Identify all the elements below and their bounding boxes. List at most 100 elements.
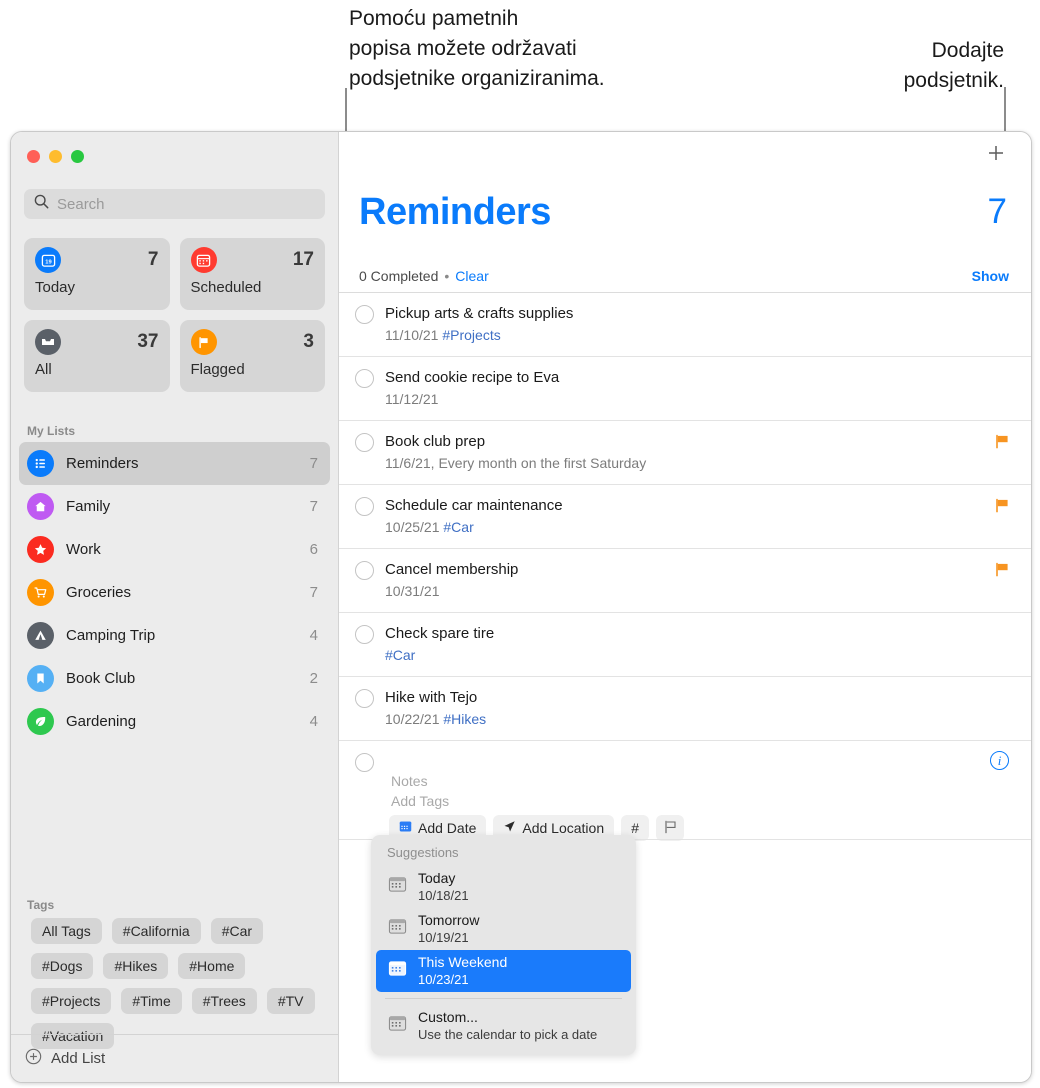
complete-toggle[interactable] — [355, 433, 374, 452]
bookmark-icon — [27, 665, 54, 692]
svg-text:19: 19 — [45, 259, 52, 265]
complete-toggle[interactable] — [355, 369, 374, 388]
notes-input[interactable]: Notes — [391, 773, 428, 789]
add-tags-input[interactable]: Add Tags — [391, 793, 449, 809]
maximize-window-button[interactable] — [71, 150, 84, 163]
reminder-title: Schedule car maintenance — [385, 497, 563, 514]
search-input[interactable]: Search — [24, 189, 325, 219]
suggestion-sublabel: 10/23/21 — [418, 972, 469, 987]
smart-list-scheduled[interactable]: 17 Scheduled — [179, 238, 325, 310]
calendar-icon — [399, 820, 412, 836]
reminder-subtitle: 11/6/21, Every month on the first Saturd… — [385, 453, 971, 473]
flag-icon — [995, 562, 1009, 582]
list-label: Work — [66, 541, 101, 558]
tag-chip-california[interactable]: #California — [111, 918, 201, 944]
my-lists: Reminders 7 Family 7 Work 6 Groceries 7 … — [19, 442, 330, 743]
complete-toggle[interactable] — [355, 561, 374, 580]
reminder-tag[interactable]: #Car — [385, 647, 415, 663]
suggestion-item-this-weekend[interactable]: This Weekend 10/23/21 — [376, 950, 631, 992]
completed-count: 0 Completed — [359, 268, 439, 284]
complete-toggle[interactable] — [355, 625, 374, 644]
reminders-app-window: Search 19 7 Today 17 Scheduled 37 All 3 … — [10, 131, 1032, 1083]
suggestion-sublabel: 10/19/21 — [418, 930, 469, 945]
tag-chip-car[interactable]: #Car — [210, 918, 264, 944]
reminder-title: Check spare tire — [385, 625, 495, 642]
complete-toggle[interactable] — [355, 497, 374, 516]
suggestion-item-custom[interactable]: Custom... Use the calendar to pick a dat… — [376, 1005, 631, 1047]
sidebar-item-camping-trip[interactable]: Camping Trip 4 — [19, 614, 330, 657]
sidebar: Search 19 7 Today 17 Scheduled 37 All 3 … — [11, 132, 339, 1082]
reminder-date: 11/12/21 — [385, 391, 439, 407]
reminder-date: 10/31/21 — [385, 583, 440, 599]
new-reminder-editor[interactable]: Notes Add Tags i Add Date Add Location # — [339, 740, 1031, 841]
suggestions-title: Suggestions — [387, 845, 459, 860]
list-label: Reminders — [66, 455, 139, 472]
table-row[interactable]: Schedule car maintenance 10/25/21 #Car — [339, 484, 1031, 548]
table-row[interactable]: Check spare tire #Car — [339, 612, 1031, 676]
plus-icon — [989, 146, 1003, 160]
suggestion-item-tomorrow[interactable]: Tomorrow 10/19/21 — [376, 908, 631, 950]
tag-chip-home[interactable]: #Home — [178, 953, 246, 979]
reminder-tag[interactable]: #Hikes — [443, 711, 486, 727]
smart-list-label: Today — [35, 279, 76, 296]
sidebar-item-reminders[interactable]: Reminders 7 — [19, 442, 330, 485]
smart-list-count: 37 — [137, 331, 159, 352]
list-label: Camping Trip — [66, 627, 156, 644]
tent-icon — [27, 622, 54, 649]
reminder-tag[interactable]: #Car — [443, 519, 473, 535]
table-row[interactable]: Pickup arts & crafts supplies 11/10/21 #… — [339, 292, 1031, 356]
list-count: 7 — [309, 455, 318, 472]
sidebar-item-work[interactable]: Work 6 — [19, 528, 330, 571]
callout-text-smart-lists: Pomoću pametnih popisa možete održavati … — [349, 7, 605, 90]
add-location-label: Add Location — [522, 820, 605, 836]
reminder-tag[interactable]: #Projects — [442, 327, 500, 343]
smart-list-today[interactable]: 19 7 Today — [24, 238, 170, 310]
list-count: 6 — [309, 541, 318, 558]
info-circle-icon[interactable]: i — [990, 751, 1009, 770]
tag-chip-tv[interactable]: #TV — [266, 988, 315, 1014]
suggestion-label: Custom... — [418, 1009, 478, 1025]
close-window-button[interactable] — [27, 150, 40, 163]
page-title: Reminders — [359, 191, 551, 233]
separator-dot: • — [444, 268, 450, 284]
tag-chip-trees[interactable]: #Trees — [191, 988, 257, 1014]
tag-chip-hikes[interactable]: #Hikes — [103, 953, 169, 979]
tag-chip-dogs[interactable]: #Dogs — [31, 953, 94, 979]
tag-chip-all-tags[interactable]: All Tags — [31, 918, 102, 944]
minimize-window-button[interactable] — [49, 150, 62, 163]
reminder-subtitle: 10/31/21 — [385, 581, 971, 601]
flag-button[interactable] — [656, 815, 685, 841]
callout-text-add-reminder: Dodajte podsjetnik. — [903, 39, 1004, 92]
clear-button[interactable]: Clear — [455, 268, 488, 284]
reminder-date: 10/22/21 — [385, 711, 440, 727]
complete-toggle[interactable] — [355, 753, 374, 772]
table-row[interactable]: Send cookie recipe to Eva 11/12/21 — [339, 356, 1031, 420]
add-reminder-button[interactable] — [983, 140, 1009, 166]
table-row[interactable]: Hike with Tejo 10/22/21 #Hikes — [339, 676, 1031, 740]
add-list-button[interactable]: Add List — [11, 1034, 338, 1082]
flag-outline-icon — [664, 820, 677, 837]
flag-icon — [995, 434, 1009, 454]
suggestion-item-today[interactable]: Today 10/18/21 — [376, 866, 631, 908]
tag-chip-projects[interactable]: #Projects — [31, 988, 112, 1014]
sidebar-item-book-club[interactable]: Book Club 2 — [19, 657, 330, 700]
smart-list-count: 3 — [303, 331, 314, 352]
tag-chip-time[interactable]: #Time — [121, 988, 182, 1014]
sidebar-item-family[interactable]: Family 7 — [19, 485, 330, 528]
list-label: Gardening — [66, 713, 137, 730]
divider — [385, 998, 622, 999]
complete-toggle[interactable] — [355, 305, 374, 324]
sidebar-item-gardening[interactable]: Gardening 4 — [19, 700, 330, 743]
sidebar-item-groceries[interactable]: Groceries 7 — [19, 571, 330, 614]
reminder-subtitle: 11/12/21 — [385, 389, 971, 409]
smart-list-flagged[interactable]: 3 Flagged — [179, 320, 325, 392]
list-count: 2 — [309, 670, 318, 687]
plus-circle-icon — [25, 1048, 42, 1070]
reminder-title: Cancel membership — [385, 561, 519, 578]
complete-toggle[interactable] — [355, 689, 374, 708]
show-button[interactable]: Show — [972, 268, 1009, 284]
table-row[interactable]: Cancel membership 10/31/21 — [339, 548, 1031, 612]
star-icon — [27, 536, 54, 563]
table-row[interactable]: Book club prep 11/6/21, Every month on t… — [339, 420, 1031, 484]
smart-list-all[interactable]: 37 All — [24, 320, 170, 392]
